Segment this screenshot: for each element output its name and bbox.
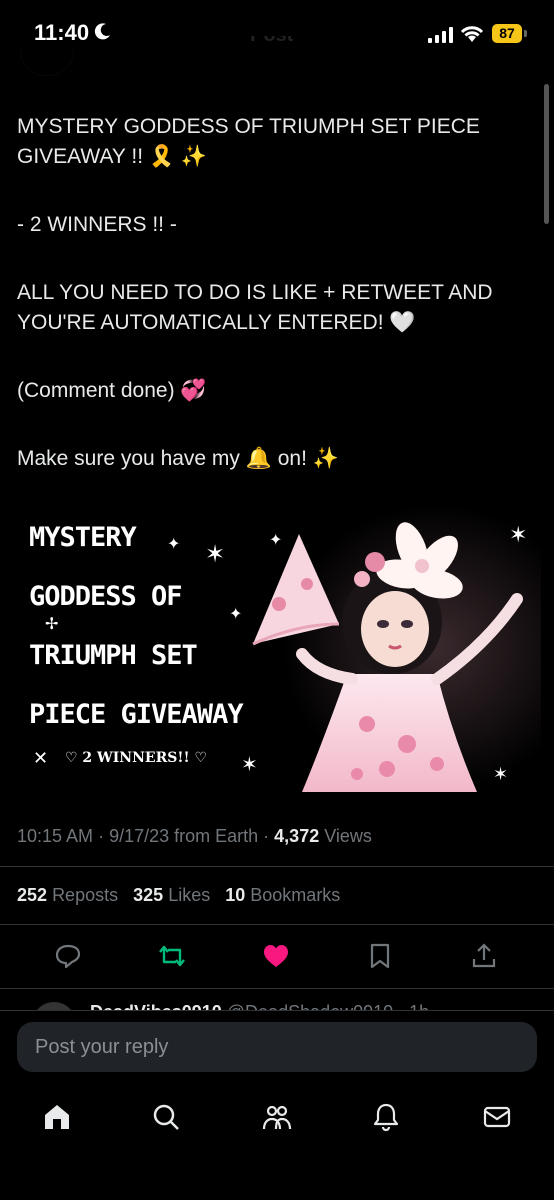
sparkle-icon: ✢ <box>45 616 59 633</box>
status-time: 11:40 <box>34 20 90 45</box>
media-title-line: MYSTERY <box>29 522 137 553</box>
reposts-count: 252 <box>17 885 48 905</box>
share-icon[interactable] <box>470 942 498 970</box>
search-icon[interactable] <box>151 1102 181 1132</box>
tweet-stats: 252 Reposts 325 Likes 10 Bookmarks <box>17 885 340 906</box>
bookmarks-stat[interactable]: 10 Bookmarks <box>225 885 340 905</box>
wifi-icon <box>460 26 484 42</box>
tweet-line: Make sure you have my 🔔 on! ✨ <box>17 447 339 470</box>
sparkle-icon: ✦ <box>269 532 283 549</box>
sparkle-icon: ✕ <box>33 748 49 768</box>
reply-input[interactable] <box>17 1022 537 1072</box>
sparkle-icon: ✶ <box>205 541 226 568</box>
media-title-line: TRIUMPH SET <box>29 640 198 671</box>
media-title-line: GODDESS OF <box>29 581 183 612</box>
tweet-line: (Comment done) 💞 <box>17 379 207 402</box>
sparkle-icon: ✶ <box>509 522 528 547</box>
communities-icon[interactable] <box>262 1102 292 1132</box>
tweet-line: ALL YOU NEED TO DO IS LIKE + RETWEET AND… <box>17 281 493 334</box>
messages-icon[interactable] <box>482 1102 512 1132</box>
signal-icon <box>428 27 453 43</box>
likes-label: Likes <box>168 885 211 905</box>
tweet-text: MYSTERY GODDESS OF TRIUMPH SET PIECE GIV… <box>17 112 537 474</box>
divider <box>0 1010 554 1011</box>
divider <box>0 988 554 989</box>
sparkle-icon: ✦ <box>167 536 181 553</box>
notifications-icon[interactable] <box>371 1102 401 1132</box>
views-label: Views <box>324 826 372 846</box>
battery-level: 87 <box>492 24 522 43</box>
bookmark-icon[interactable] <box>366 942 394 970</box>
bookmarks-label: Bookmarks <box>250 885 341 905</box>
likes-stat[interactable]: 325 Likes <box>133 885 210 905</box>
media-subtitle: ♡ 2 WINNERS!! ♡ <box>65 750 208 766</box>
sparkle-icon: ✦ <box>229 606 243 623</box>
divider <box>0 866 554 867</box>
tweet-source: from Earth <box>174 826 259 846</box>
reply-icon[interactable] <box>54 942 82 970</box>
tweet-date: 9/17/23 <box>109 826 170 846</box>
reposts-stat[interactable]: 252 Reposts <box>17 885 118 905</box>
bookmarks-count: 10 <box>225 885 246 905</box>
sparkle-icon: ✶ <box>493 764 509 784</box>
tweet-line: - 2 WINNERS !! - <box>17 213 177 236</box>
tweet-media-image[interactable]: MYSTERY GODDESS OF TRIUMPH SET PIECE GIV… <box>17 504 541 792</box>
home-icon[interactable] <box>42 1102 72 1132</box>
moon-icon <box>94 23 110 40</box>
tweet-meta: 10:15 AM · 9/17/23 from Earth · 4,372 Vi… <box>17 826 372 846</box>
likes-count: 325 <box>133 885 164 905</box>
battery-tip <box>524 30 527 37</box>
reposts-label: Reposts <box>52 885 119 905</box>
like-icon[interactable] <box>262 942 290 970</box>
scrollbar[interactable] <box>544 84 549 224</box>
repost-icon[interactable] <box>158 942 186 970</box>
sparkle-icon: ✶ <box>241 754 258 776</box>
tweet-time: 10:15 AM <box>17 826 94 846</box>
divider <box>0 924 554 925</box>
media-title-line: PIECE GIVEAWAY <box>29 699 244 730</box>
views-count: 4,372 <box>274 826 320 846</box>
tweet-line: MYSTERY GODDESS OF TRIUMPH SET PIECE GIV… <box>17 115 480 168</box>
